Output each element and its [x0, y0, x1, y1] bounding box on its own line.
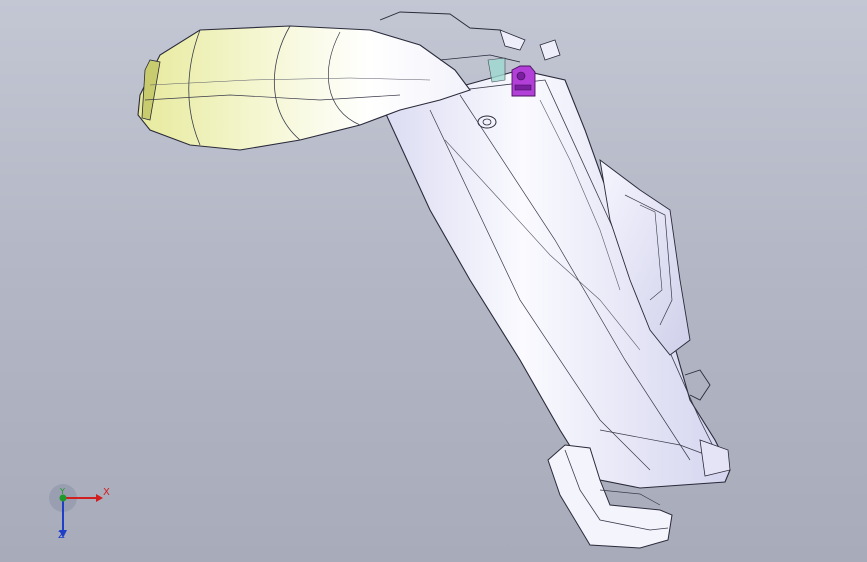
z-axis-label: Z [58, 530, 65, 541]
cad-viewport[interactable]: X Y Z [0, 0, 867, 562]
3d-model-view[interactable] [0, 0, 867, 562]
x-axis-label: X [103, 487, 110, 498]
y-axis-label: Y [60, 487, 65, 496]
